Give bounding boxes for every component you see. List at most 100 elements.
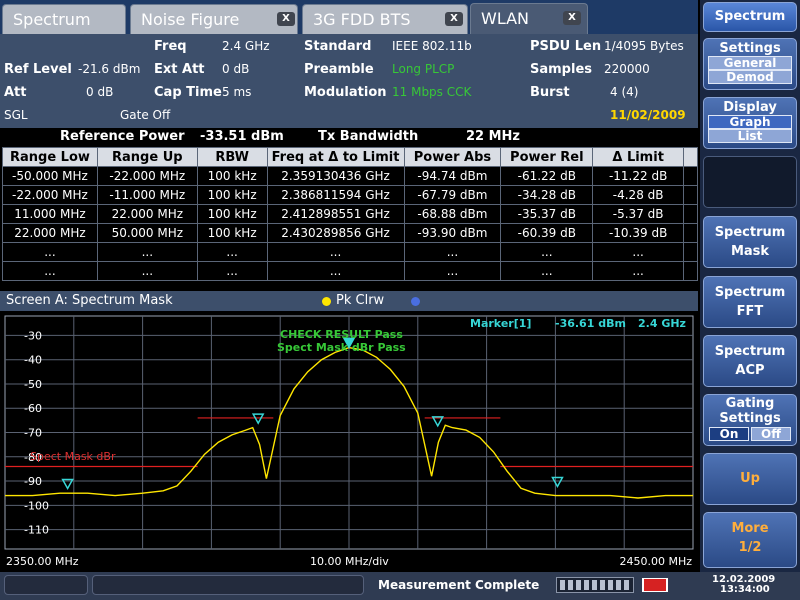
column-header: Power Rel xyxy=(500,147,594,167)
tx-bandwidth-value: 22 MHz xyxy=(466,129,520,144)
table-row[interactable]: ..................... xyxy=(2,261,698,281)
table-cell: ... xyxy=(403,261,502,281)
display-button[interactable]: Display Graph List xyxy=(703,97,797,149)
ref-level-value: -21.6 dBm xyxy=(78,62,141,76)
spect-mask-result: Spect Mask dBr Pass xyxy=(277,341,406,354)
marker-label: Marker[1] xyxy=(470,317,531,330)
sgl-indicator: SGL xyxy=(4,108,28,122)
status-slot[interactable] xyxy=(4,575,88,595)
spectrum-mask-line2: Mask xyxy=(730,244,770,259)
ref-power-label: Reference Power xyxy=(60,129,185,144)
date-display: 11/02/2009 xyxy=(610,108,686,122)
gating-off-option[interactable]: Off xyxy=(751,427,791,441)
samples-value: 220000 xyxy=(604,62,650,76)
column-header: Power Abs xyxy=(403,147,502,167)
display-label: Display xyxy=(723,100,777,115)
limit-line-label: Spect Mask dBr xyxy=(30,450,116,463)
x-div-label: 10.00 MHz/div xyxy=(310,555,389,568)
table-row[interactable]: -22.000 MHz -11.000 MHz 100 kHz 2.386811594… xyxy=(2,185,698,205)
modulation-label: Modulation xyxy=(304,85,387,100)
tab-label: Noise Figure xyxy=(141,10,240,29)
burst-value: 4 (4) xyxy=(610,85,639,99)
tx-bandwidth-label: Tx Bandwidth xyxy=(318,129,419,144)
up-button[interactable]: Up xyxy=(703,453,797,505)
scroll-cell xyxy=(683,242,698,262)
status-bar: Measurement Complete 12.02.2009 13:34:00 xyxy=(0,572,800,600)
spectrum-acp-button[interactable]: Spectrum ACP xyxy=(703,335,797,387)
y-tick-label: -100 xyxy=(24,499,49,512)
ext-att-label: Ext Att xyxy=(154,62,205,77)
status-datetime: 12.02.2009 13:34:00 xyxy=(712,575,775,595)
marker-triangle-icon xyxy=(251,413,265,425)
tab-noise-figure[interactable]: Noise Figure X xyxy=(130,4,298,34)
spectrum-header-button[interactable]: Spectrum xyxy=(703,2,797,32)
demod-option[interactable]: Demod xyxy=(708,70,792,84)
gating-label: Gating xyxy=(725,396,775,411)
standard-value: IEEE 802.11b xyxy=(392,39,472,53)
x-stop-label: 2450.00 MHz xyxy=(619,555,692,568)
table-cell: -50.000 MHz xyxy=(2,166,98,186)
spectrum-mask-button[interactable]: Spectrum Mask xyxy=(703,216,797,268)
table-cell: ... xyxy=(592,242,685,262)
table-cell: ... xyxy=(266,242,405,262)
status-slot[interactable] xyxy=(92,575,364,595)
cap-time-value: 5 ms xyxy=(222,85,252,99)
psdu-len-label: PSDU Len xyxy=(530,39,602,54)
scroll-cell xyxy=(683,185,698,205)
table-row[interactable]: 22.000 MHz 50.000 MHz 100 kHz 2.430289856 G… xyxy=(2,223,698,243)
settings-button[interactable]: Settings General Demod xyxy=(703,38,797,90)
y-tick-label: -60 xyxy=(24,402,42,415)
spectrum-fft-button[interactable]: Spectrum FFT xyxy=(703,276,797,328)
y-tick-label: -30 xyxy=(24,329,42,342)
scroll-cell xyxy=(683,166,698,186)
tab-label: 3G FDD BTS xyxy=(313,10,411,29)
settings-label: Settings xyxy=(719,41,781,56)
tab-3g-fdd-bts[interactable]: 3G FDD BTS X xyxy=(302,4,468,34)
table-cell: ... xyxy=(96,261,198,281)
table-cell: -67.79 dBm xyxy=(403,185,502,205)
standard-label: Standard xyxy=(304,39,372,54)
marker-frequency: 2.4 GHz xyxy=(638,317,686,330)
table-cell: 100 kHz xyxy=(196,204,268,224)
table-cell: 2.386811594 GHz xyxy=(266,185,405,205)
table-cell: ... xyxy=(2,242,98,262)
gating-button[interactable]: Gating Settings On Off xyxy=(703,394,797,446)
general-option[interactable]: General xyxy=(708,56,792,70)
spectrum-mask-table: Range Low Range Up RBW Freq at Δ to Limi… xyxy=(2,147,698,281)
gating-on-option[interactable]: On xyxy=(709,427,749,441)
table-cell: 2.359130436 GHz xyxy=(266,166,405,186)
preamble-value: Long PLCP xyxy=(392,62,455,76)
graph-title-bar: Screen A: Spectrum Mask Pk Clrw xyxy=(0,291,698,311)
table-cell: -22.000 MHz xyxy=(2,185,98,205)
spectrum-plot[interactable]: -30 -40 -50 -60 -70 -80 -90 -100 -110 Marker[1] … xyxy=(0,311,698,571)
tab-spectrum[interactable]: Spectrum xyxy=(2,4,126,34)
marker-level: -36.61 dBm xyxy=(555,317,626,330)
table-cell: 2.412898551 GHz xyxy=(266,204,405,224)
list-option[interactable]: List xyxy=(708,129,792,143)
graph-option[interactable]: Graph xyxy=(708,115,792,129)
status-time: 13:34:00 xyxy=(720,584,770,595)
spectrum-plot-svg: -30-40-50-60-70-80-90-100-110 Marker[1] … xyxy=(4,315,694,550)
tab-wlan[interactable]: WLAN X xyxy=(470,3,588,35)
table-cell: -22.000 MHz xyxy=(96,166,198,186)
att-value: 0 dB xyxy=(86,85,114,99)
close-icon[interactable]: X xyxy=(445,12,463,26)
table-cell: -5.37 dB xyxy=(592,204,685,224)
table-cell: -93.90 dBm xyxy=(403,223,502,243)
x-start-label: 2350.00 MHz xyxy=(6,555,79,568)
table-cell: -11.22 dB xyxy=(592,166,685,186)
table-row[interactable]: ..................... xyxy=(2,242,698,262)
y-tick-label: -40 xyxy=(24,354,42,367)
close-icon[interactable]: X xyxy=(563,11,581,25)
table-cell: ... xyxy=(266,261,405,281)
table-row[interactable]: -50.000 MHz -22.000 MHz 100 kHz 2.359130436… xyxy=(2,166,698,186)
scroll-cell xyxy=(683,223,698,243)
trace2-dot-icon xyxy=(411,297,420,306)
screen-title: Screen A: Spectrum Mask xyxy=(6,293,173,308)
att-label: Att xyxy=(4,85,27,100)
close-icon[interactable]: X xyxy=(277,12,295,26)
table-row[interactable]: 11.000 MHz 22.000 MHz 100 kHz 2.412898551 G… xyxy=(2,204,698,224)
more-button[interactable]: More 1/2 xyxy=(703,512,797,568)
table-cell: -10.39 dB xyxy=(592,223,685,243)
table-cell: ... xyxy=(2,261,98,281)
